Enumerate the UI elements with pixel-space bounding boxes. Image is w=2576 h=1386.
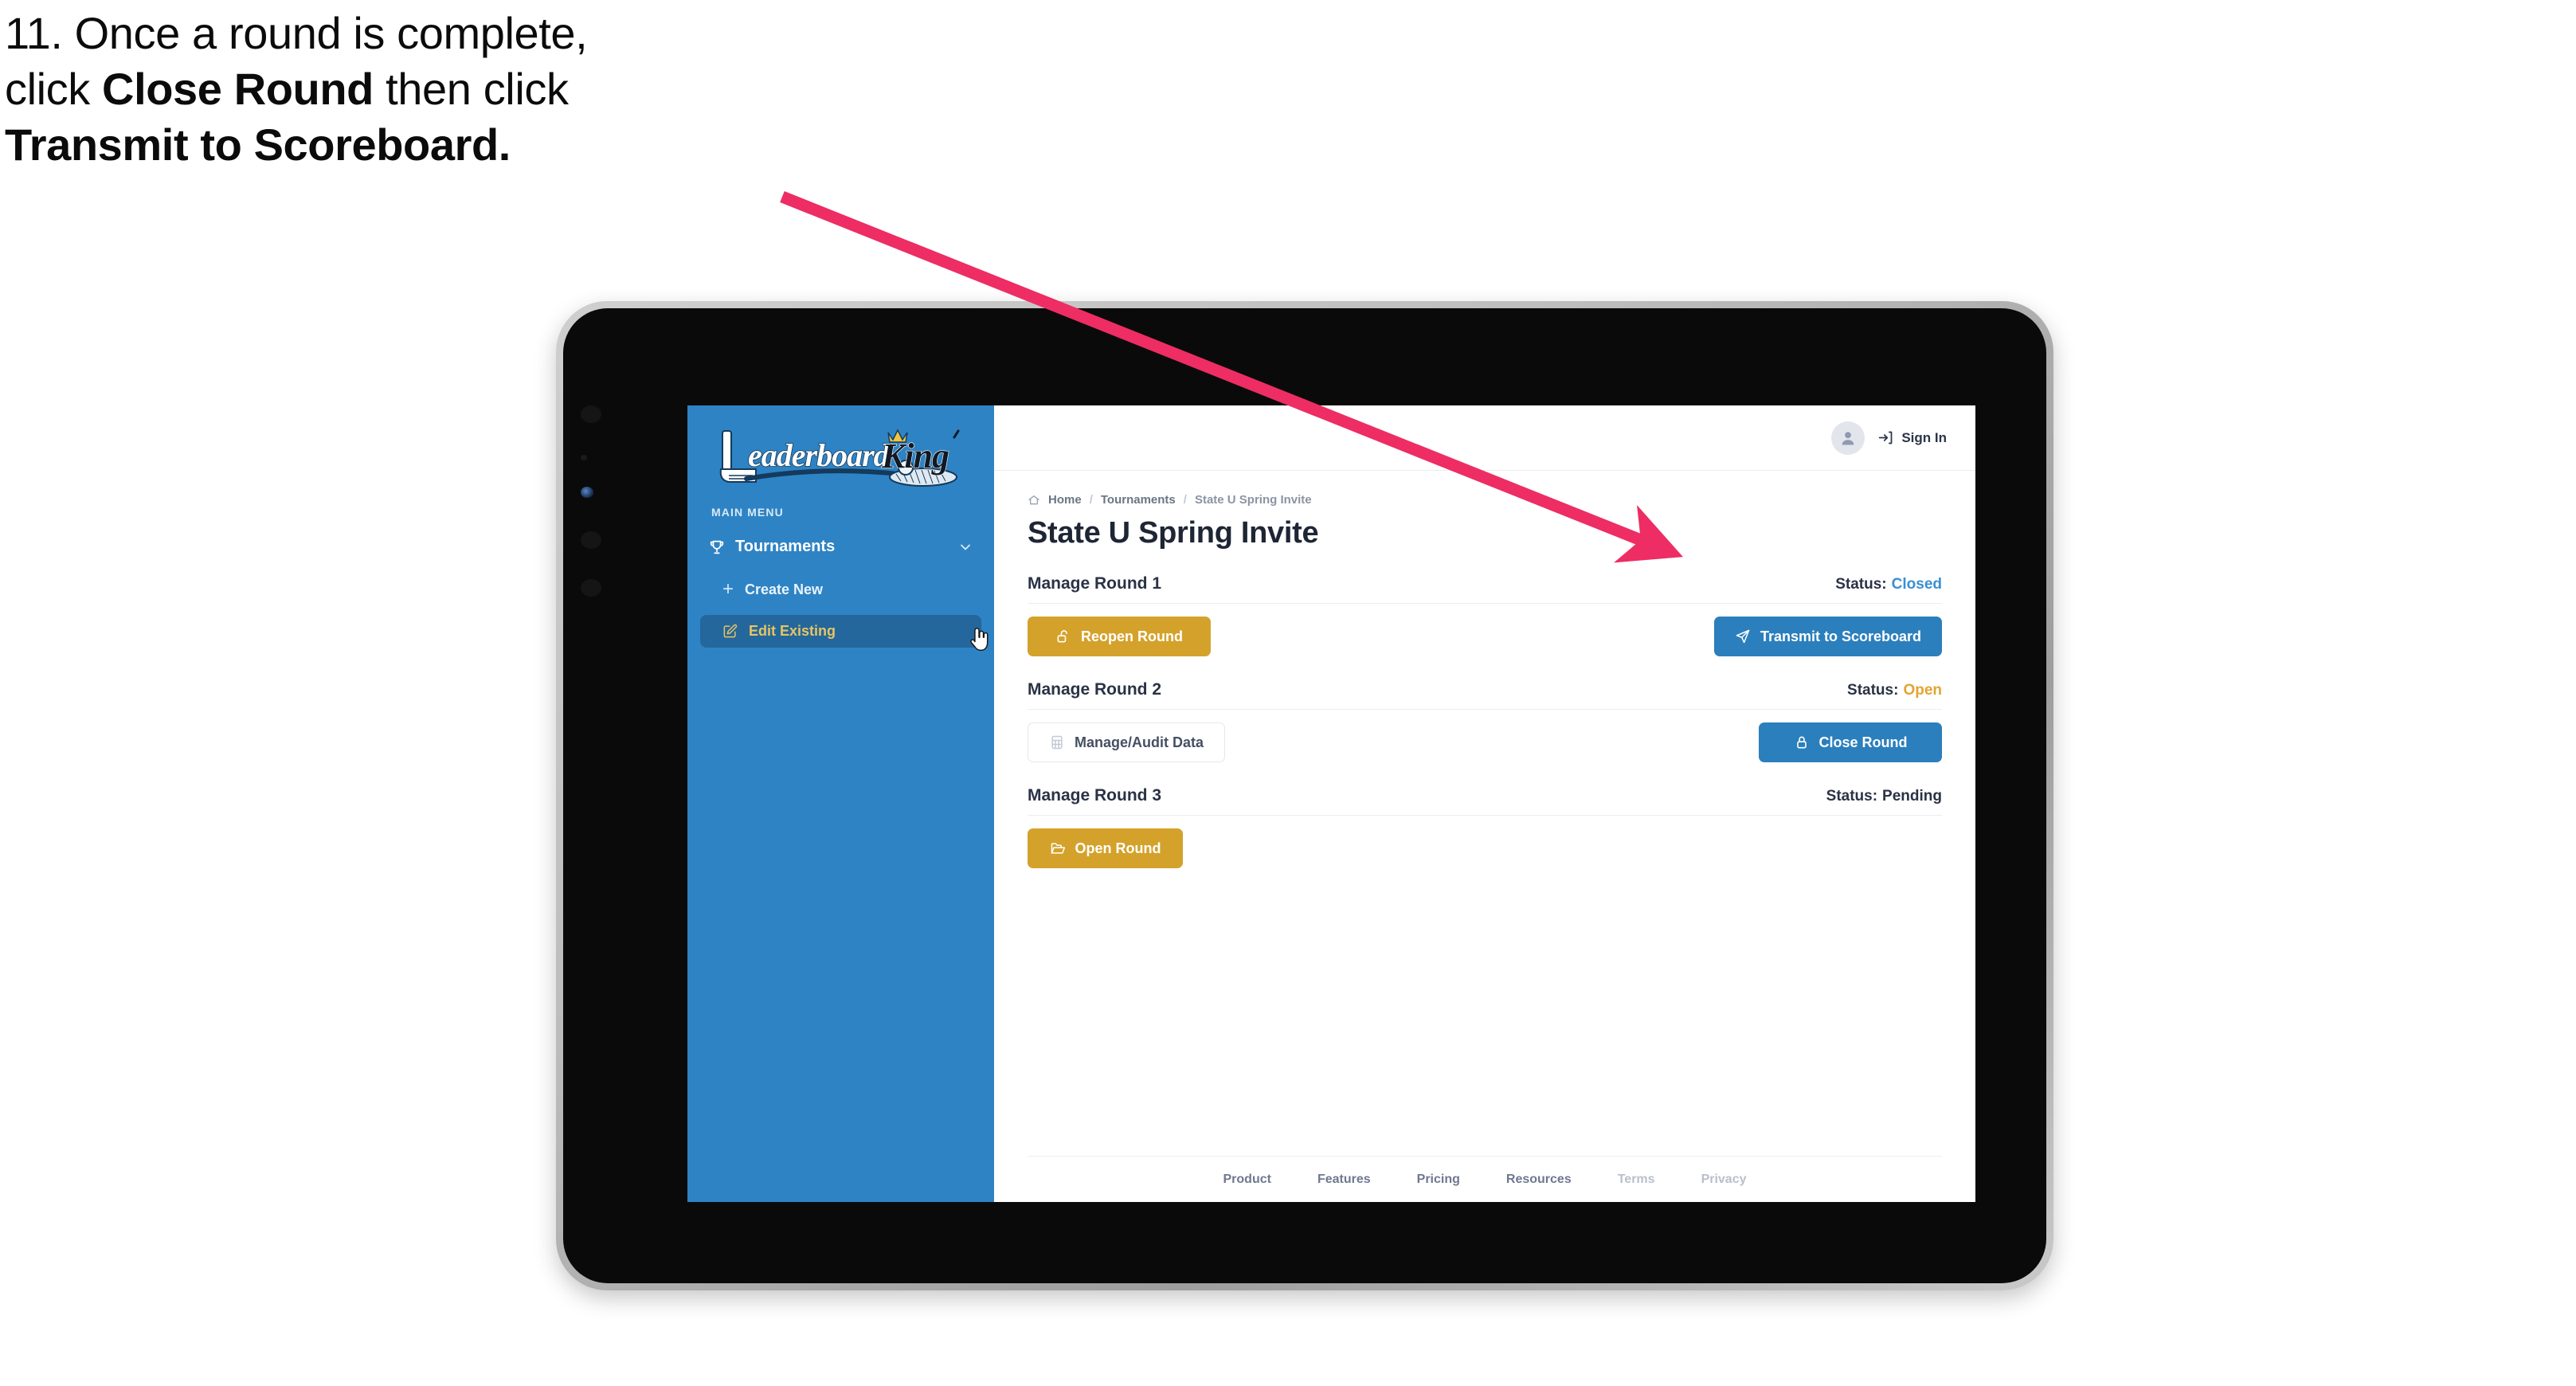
caption-line-2-post: then click	[373, 64, 569, 114]
instruction-caption: 11. Once a round is complete, click Clos…	[5, 11, 897, 178]
sidebar-item-label: Create New	[745, 581, 824, 597]
page-title: State U Spring Invite	[1028, 516, 1319, 550]
status-badge: Open	[1903, 682, 1942, 699]
avatar[interactable]	[1831, 421, 1865, 455]
round-status: Status: Open	[1843, 682, 1942, 699]
bezel-sensor-dot	[581, 531, 601, 549]
trophy-icon	[708, 538, 726, 556]
round-status: Status: Closed	[1831, 576, 1942, 593]
bezel-camera-lens	[581, 487, 593, 498]
folder-open-icon	[1050, 840, 1066, 856]
footer-link-privacy[interactable]: Privacy	[1701, 1173, 1747, 1187]
sidebar-item-edit-existing[interactable]: Edit Existing	[700, 615, 981, 648]
transmit-to-scoreboard-button[interactable]: Transmit to Scoreboard	[1713, 617, 1942, 656]
status-badge: Closed	[1891, 576, 1942, 593]
status-label: Status:	[1835, 576, 1887, 593]
bezel-sensor-dot	[581, 579, 601, 597]
sidebar-item-create-new[interactable]: + Create New	[700, 572, 981, 607]
sidebar-item-label: Tournaments	[735, 538, 836, 555]
caption-line-2-pre: click	[5, 64, 103, 114]
caption-line-3-bold: Transmit to Scoreboard.	[5, 119, 511, 170]
round-header: Manage Round 2 Status: Open	[1028, 680, 1942, 710]
sign-in-button[interactable]: Sign In	[1877, 429, 1947, 446]
tablet-screen: eaderboard King MAIN MENU Tournaments + …	[687, 405, 1975, 1202]
round-header: Manage Round 1 Status: Closed	[1028, 574, 1942, 604]
round-actions: Open Round	[1028, 828, 1942, 868]
caption-line-2-bold: Close Round	[102, 64, 374, 114]
sign-in-label: Sign In	[1901, 429, 1947, 445]
footer-link-terms[interactable]: Terms	[1618, 1173, 1655, 1187]
breadcrumb-separator: /	[1089, 493, 1093, 507]
button-label: Reopen Round	[1081, 628, 1183, 644]
round-section: Manage Round 3 Status: Pending Open Roun…	[1028, 786, 1942, 868]
breadcrumb-item-home[interactable]: Home	[1048, 493, 1082, 507]
footer-link-product[interactable]: Product	[1223, 1173, 1271, 1187]
send-icon	[1735, 628, 1751, 644]
footer-nav: Product Features Pricing Resources Terms…	[1028, 1156, 1942, 1202]
grid-table-icon	[1049, 734, 1065, 750]
round-status: Status: Pending	[1822, 788, 1942, 805]
leaderboard-king-logo-mark: eaderboard King	[719, 429, 960, 487]
breadcrumb: Home / Tournaments / State U Spring Invi…	[1028, 493, 1942, 507]
round-title: Manage Round 3	[1028, 786, 1162, 805]
caption-line-2: click Close Round then click	[5, 67, 897, 112]
round-header: Manage Round 3 Status: Pending	[1028, 786, 1942, 816]
footer-link-pricing[interactable]: Pricing	[1417, 1173, 1460, 1187]
sidebar-item-tournaments[interactable]: Tournaments	[699, 530, 983, 564]
main-content: Sign In Home / Tournaments / State U Spr…	[994, 405, 1975, 1202]
tablet-device-frame: eaderboard King MAIN MENU Tournaments + …	[556, 301, 2053, 1290]
svg-text:eaderboard: eaderboard	[748, 437, 891, 473]
breadcrumb-item-tournaments[interactable]: Tournaments	[1101, 493, 1176, 507]
caption-line-1: 11. Once a round is complete,	[5, 8, 588, 58]
caption-line-3: Transmit to Scoreboard.	[5, 123, 897, 167]
breadcrumb-item-current: State U Spring Invite	[1194, 493, 1312, 507]
tablet-bezel: eaderboard King MAIN MENU Tournaments + …	[563, 308, 2046, 1283]
reopen-round-button[interactable]: Reopen Round	[1028, 617, 1211, 656]
top-bar: Sign In	[994, 405, 1975, 471]
unlock-icon	[1055, 628, 1071, 644]
bezel-pinhole-dot	[581, 455, 587, 460]
button-label: Transmit to Scoreboard	[1760, 628, 1921, 644]
sidebar-section-label: MAIN MENU	[711, 506, 784, 519]
round-actions: Reopen Round Transmit to Scoreboard	[1028, 617, 1942, 656]
edit-square-icon	[722, 624, 738, 639]
manage-audit-data-button[interactable]: Manage/Audit Data	[1028, 722, 1226, 762]
breadcrumb-separator: /	[1183, 493, 1187, 507]
round-title: Manage Round 1	[1028, 574, 1162, 593]
round-actions: Manage/Audit Data Close Round	[1028, 722, 1942, 762]
sidebar-item-label: Edit Existing	[749, 623, 836, 639]
page-content: Home / Tournaments / State U Spring Invi…	[994, 471, 1975, 1156]
app-logo[interactable]: eaderboard King	[687, 405, 994, 491]
round-section: Manage Round 1 Status: Closed Reopen Rou…	[1028, 574, 1942, 656]
close-round-button[interactable]: Close Round	[1759, 722, 1942, 762]
status-label: Status:	[1826, 788, 1878, 805]
status-label: Status:	[1847, 682, 1899, 699]
sidebar: eaderboard King MAIN MENU Tournaments + …	[687, 405, 994, 1202]
lock-icon	[1794, 734, 1810, 750]
user-icon	[1842, 431, 1854, 444]
footer-link-resources[interactable]: Resources	[1506, 1173, 1572, 1187]
button-label: Manage/Audit Data	[1075, 734, 1204, 750]
button-label: Close Round	[1818, 734, 1908, 750]
round-title: Manage Round 2	[1028, 680, 1162, 699]
footer-link-features[interactable]: Features	[1317, 1173, 1371, 1187]
round-section: Manage Round 2 Status: Open Manage/Audit…	[1028, 680, 1942, 762]
screenshot-canvas: 11. Once a round is complete, click Clos…	[0, 0, 2576, 1386]
login-arrow-icon	[1877, 429, 1894, 446]
svg-text:King: King	[881, 437, 949, 476]
home-icon	[1028, 494, 1040, 507]
bezel-sensor-dot	[581, 405, 601, 423]
button-label: Open Round	[1075, 840, 1161, 856]
status-badge: Pending	[1882, 788, 1942, 805]
chevron-down-icon[interactable]	[957, 539, 973, 555]
plus-icon: +	[722, 578, 734, 600]
open-round-button[interactable]: Open Round	[1028, 828, 1183, 868]
